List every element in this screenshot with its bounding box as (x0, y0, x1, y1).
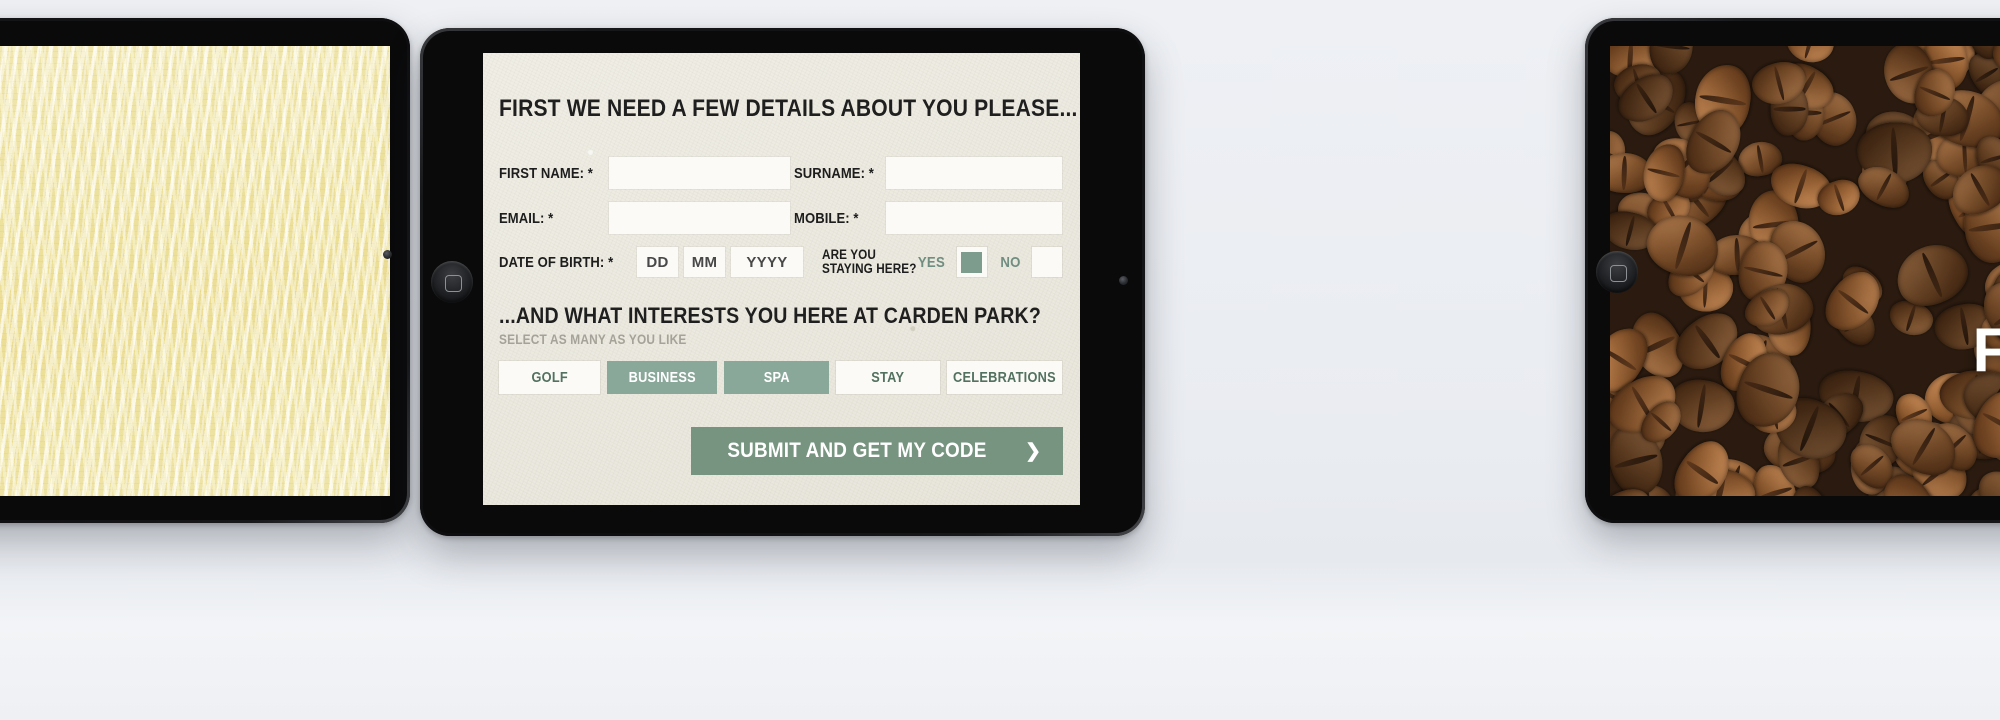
interest-chip-spa-label: SPA (763, 369, 790, 386)
staying-question-line1: ARE YOU (821, 247, 876, 263)
dob-group: DATE OF BIRTH: * DD MM YYYY (499, 247, 822, 277)
tablet-left-screen[interactable]: Cream CARDEN PARK CHESHIRE'S (0, 46, 390, 496)
tablet-right-screen[interactable]: FANCY FREE COF CARDEN PA (1610, 46, 2000, 496)
coffee-headline: FANCY FREE COF (1973, 261, 2000, 380)
tablet-center: FIRST WE NEED A FEW DETAILS ABOUT YOU PL… (420, 28, 1145, 536)
interests-subtitle: SELECT AS MANY AS YOU LIKE (499, 332, 687, 347)
interests-heading: ...AND WHAT INTERESTS YOU HERE AT CARDEN… (499, 303, 1041, 328)
staying-yes-label: YES (917, 253, 946, 271)
interest-chip-stay[interactable]: STAY (835, 361, 940, 394)
staying-question: ARE YOU STAYING HERE? (821, 247, 917, 276)
ice-cream-texture (0, 46, 390, 496)
first-name-group: FIRST NAME: * (499, 157, 794, 189)
mobile-group: MOBILE: * (794, 202, 1062, 234)
home-button-center[interactable] (431, 261, 473, 303)
coffee-bean-icon (1969, 461, 2000, 496)
email-label: EMAIL: * (499, 209, 554, 227)
interest-chip-celebrations[interactable]: CELEBRATIONS (946, 361, 1062, 394)
staying-yes-checkbox[interactable] (956, 247, 987, 277)
dob-day-input[interactable]: DD (637, 247, 678, 277)
camera-icon-center (1119, 276, 1128, 285)
tablet-right: FANCY FREE COF CARDEN PA (1585, 18, 2000, 523)
staying-group: ARE YOU STAYING HERE? YES NO (822, 247, 1062, 277)
form-heading: FIRST WE NEED A FEW DETAILS ABOUT YOU PL… (499, 95, 1078, 122)
first-name-label: FIRST NAME: * (499, 164, 593, 182)
surname-group: SURNAME: * (794, 157, 1062, 189)
submit-button[interactable]: SUBMIT AND GET MY CODE ❯ (691, 427, 1063, 475)
staying-no-label: NO (1000, 253, 1021, 271)
interest-chip-golf[interactable]: GOLF (499, 361, 601, 394)
submit-button-label: SUBMIT AND GET MY CODE (727, 439, 987, 462)
surname-input[interactable] (886, 157, 1062, 189)
tablet-center-screen[interactable]: FIRST WE NEED A FEW DETAILS ABOUT YOU PL… (483, 53, 1080, 505)
email-input[interactable] (609, 202, 790, 234)
staying-question-line2: STAYING HERE? (821, 261, 917, 276)
interest-chip-golf-label: GOLF (531, 369, 568, 386)
chevron-right-icon: ❯ (1025, 440, 1041, 462)
tablet-left: Cream CARDEN PARK CHESHIRE'S (0, 18, 410, 523)
interest-chip-spa[interactable]: SPA (723, 361, 829, 394)
coffee-beans-texture (1610, 46, 2000, 496)
interest-chip-celebrations-label: CELEBRATIONS (953, 369, 1056, 386)
interest-options: GOLF BUSINESS SPA STAY CELEBRATIONS (499, 361, 1062, 394)
home-button-right[interactable] (1596, 251, 1638, 293)
form-row-names: FIRST NAME: * SURNAME: * (499, 157, 1062, 189)
staying-no-option[interactable]: NO (999, 247, 1062, 277)
staying-no-checkbox[interactable] (1032, 247, 1062, 277)
dob-label: DATE OF BIRTH: * (499, 253, 614, 271)
dob-month-input[interactable]: MM (684, 247, 725, 277)
coffee-headline-line2: FREE COF (1972, 315, 2000, 385)
checkbox-filled-icon (961, 251, 983, 273)
staying-yes-option[interactable]: YES (916, 247, 987, 277)
interest-chip-stay-label: STAY (871, 369, 905, 386)
dob-fields: DD MM YYYY (637, 247, 803, 277)
dob-year-input[interactable]: YYYY (731, 247, 803, 277)
first-name-input[interactable] (609, 157, 790, 189)
camera-icon-left (383, 250, 392, 259)
surface-floor (0, 560, 2000, 720)
interest-chip-business-label: BUSINESS (628, 369, 696, 386)
mobile-label: MOBILE: * (794, 209, 859, 227)
coffee-headline-line1: FANCY (1973, 261, 2000, 321)
interest-chip-business[interactable]: BUSINESS (607, 361, 717, 394)
form-row-dob-staying: DATE OF BIRTH: * DD MM YYYY ARE YOU STAY… (499, 247, 1062, 277)
surname-label: SURNAME: * (794, 164, 874, 182)
form-row-contact: EMAIL: * MOBILE: * (499, 202, 1062, 234)
email-group: EMAIL: * (499, 202, 794, 234)
mobile-input[interactable] (886, 202, 1062, 234)
